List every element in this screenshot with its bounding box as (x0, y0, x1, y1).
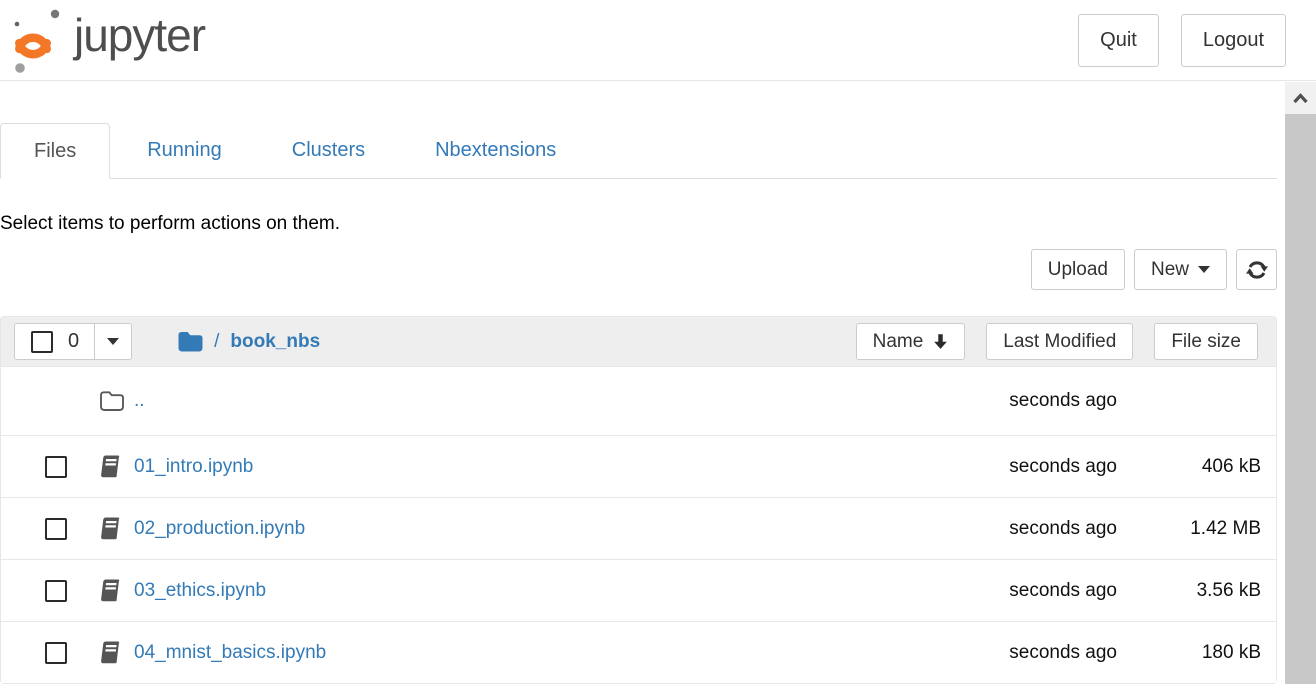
tab-nbextensions[interactable]: Nbextensions (402, 123, 589, 179)
last-modified-cell: seconds ago (917, 390, 1117, 412)
item-name-cell: 01_intro.ipynb (134, 456, 917, 478)
instruction-text: Select items to perform actions on them. (0, 213, 1277, 235)
notebook-link[interactable]: 03_ethics.ipynb (134, 580, 266, 601)
jupyter-logo-icon (8, 6, 66, 74)
checkbox-cell (1, 456, 99, 478)
folder-outline-icon (99, 390, 125, 412)
item-name-cell: .. (134, 390, 917, 412)
item-name-cell: 03_ethics.ipynb (134, 580, 917, 602)
caret-down-icon (1198, 266, 1210, 273)
arrow-down-icon (933, 333, 948, 350)
top-bar: jupyter Quit Logout (0, 0, 1316, 81)
new-dropdown-button[interactable]: New (1134, 249, 1227, 290)
select-all-group: 0 (14, 323, 132, 360)
icon-cell (99, 578, 134, 603)
select-all-checkbox[interactable] (31, 331, 53, 353)
last-modified-cell: seconds ago (917, 456, 1117, 478)
jupyter-file-browser: jupyter Quit Logout Files Running Cluste… (0, 0, 1316, 684)
session-buttons: Quit Logout (1078, 14, 1286, 67)
notebook-icon (99, 640, 121, 665)
refresh-icon (1245, 258, 1269, 282)
notebook-link[interactable]: 01_intro.ipynb (134, 456, 253, 477)
sort-name-button[interactable]: Name (856, 323, 966, 360)
refresh-button[interactable] (1236, 249, 1277, 290)
tab-clusters[interactable]: Clusters (259, 123, 398, 179)
item-name-cell: 02_production.ipynb (134, 518, 917, 540)
checkbox-cell (1, 580, 99, 602)
scrollbar-up-button[interactable] (1285, 82, 1316, 114)
icon-cell (99, 454, 134, 479)
icon-cell (99, 640, 134, 665)
tab-bar: Files Running Clusters Nbextensions (0, 123, 1277, 179)
icon-cell (99, 390, 134, 412)
notebook-icon (99, 516, 121, 541)
new-dropdown-label: New (1151, 259, 1189, 281)
breadcrumb-current-folder: book_nbs (230, 331, 320, 353)
last-modified-cell: seconds ago (917, 580, 1117, 602)
row-checkbox[interactable] (45, 580, 67, 602)
vertical-scrollbar[interactable] (1285, 82, 1316, 684)
list-item-notebook: 02_production.ipynb seconds ago 1.42 MB (1, 497, 1276, 559)
row-checkbox[interactable] (45, 456, 67, 478)
parent-folder-link[interactable]: .. (134, 390, 145, 411)
caret-down-icon (107, 338, 119, 345)
file-size-cell: 406 kB (1117, 456, 1261, 478)
notebook-list: 0 / book_nbs Name (0, 316, 1277, 684)
jupyter-logo: jupyter (8, 6, 205, 74)
list-item-notebook: 03_ethics.ipynb seconds ago 3.56 kB (1, 559, 1276, 621)
icon-cell (99, 516, 134, 541)
selected-count: 0 (68, 330, 79, 353)
logout-button[interactable]: Logout (1181, 14, 1286, 67)
breadcrumb: / book_nbs (177, 330, 320, 353)
list-item-notebook: 04_mnist_basics.ipynb seconds ago 180 kB (1, 621, 1276, 683)
breadcrumb-root-link[interactable]: / (214, 331, 219, 353)
sort-buttons: Name Last Modified File size (856, 323, 1258, 360)
chevron-up-icon (1292, 93, 1309, 104)
checkbox-cell (1, 642, 99, 664)
item-name-cell: 04_mnist_basics.ipynb (134, 642, 917, 664)
sort-file-size-button[interactable]: File size (1154, 323, 1258, 360)
quit-button[interactable]: Quit (1078, 14, 1159, 67)
scrollbar-thumb[interactable] (1285, 114, 1316, 684)
action-toolbar: Upload New (0, 249, 1277, 290)
sort-name-label: Name (873, 331, 924, 353)
upload-button[interactable]: Upload (1031, 249, 1125, 290)
folder-icon (177, 330, 204, 353)
tab-files[interactable]: Files (0, 123, 110, 179)
notebook-icon (99, 454, 121, 479)
tab-running[interactable]: Running (114, 123, 255, 179)
main-content: Files Running Clusters Nbextensions Sele… (0, 81, 1285, 684)
file-size-cell: 3.56 kB (1117, 580, 1261, 602)
notebook-link[interactable]: 04_mnist_basics.ipynb (134, 642, 326, 663)
select-all-button[interactable]: 0 (14, 323, 95, 360)
logo-wordmark: jupyter (74, 12, 205, 68)
list-item-notebook: 01_intro.ipynb seconds ago 406 kB (1, 435, 1276, 497)
last-modified-cell: seconds ago (917, 518, 1117, 540)
notebook-icon (99, 578, 121, 603)
select-filter-dropdown[interactable] (95, 323, 132, 360)
file-size-cell: 180 kB (1117, 642, 1261, 664)
file-size-cell: 1.42 MB (1117, 518, 1261, 540)
list-item-parent-folder: .. seconds ago (1, 367, 1276, 435)
last-modified-cell: seconds ago (917, 642, 1117, 664)
notebook-link[interactable]: 02_production.ipynb (134, 518, 305, 539)
row-checkbox[interactable] (45, 518, 67, 540)
checkbox-cell (1, 518, 99, 540)
list-header: 0 / book_nbs Name (1, 317, 1276, 367)
sort-last-modified-button[interactable]: Last Modified (986, 323, 1133, 360)
row-checkbox[interactable] (45, 642, 67, 664)
